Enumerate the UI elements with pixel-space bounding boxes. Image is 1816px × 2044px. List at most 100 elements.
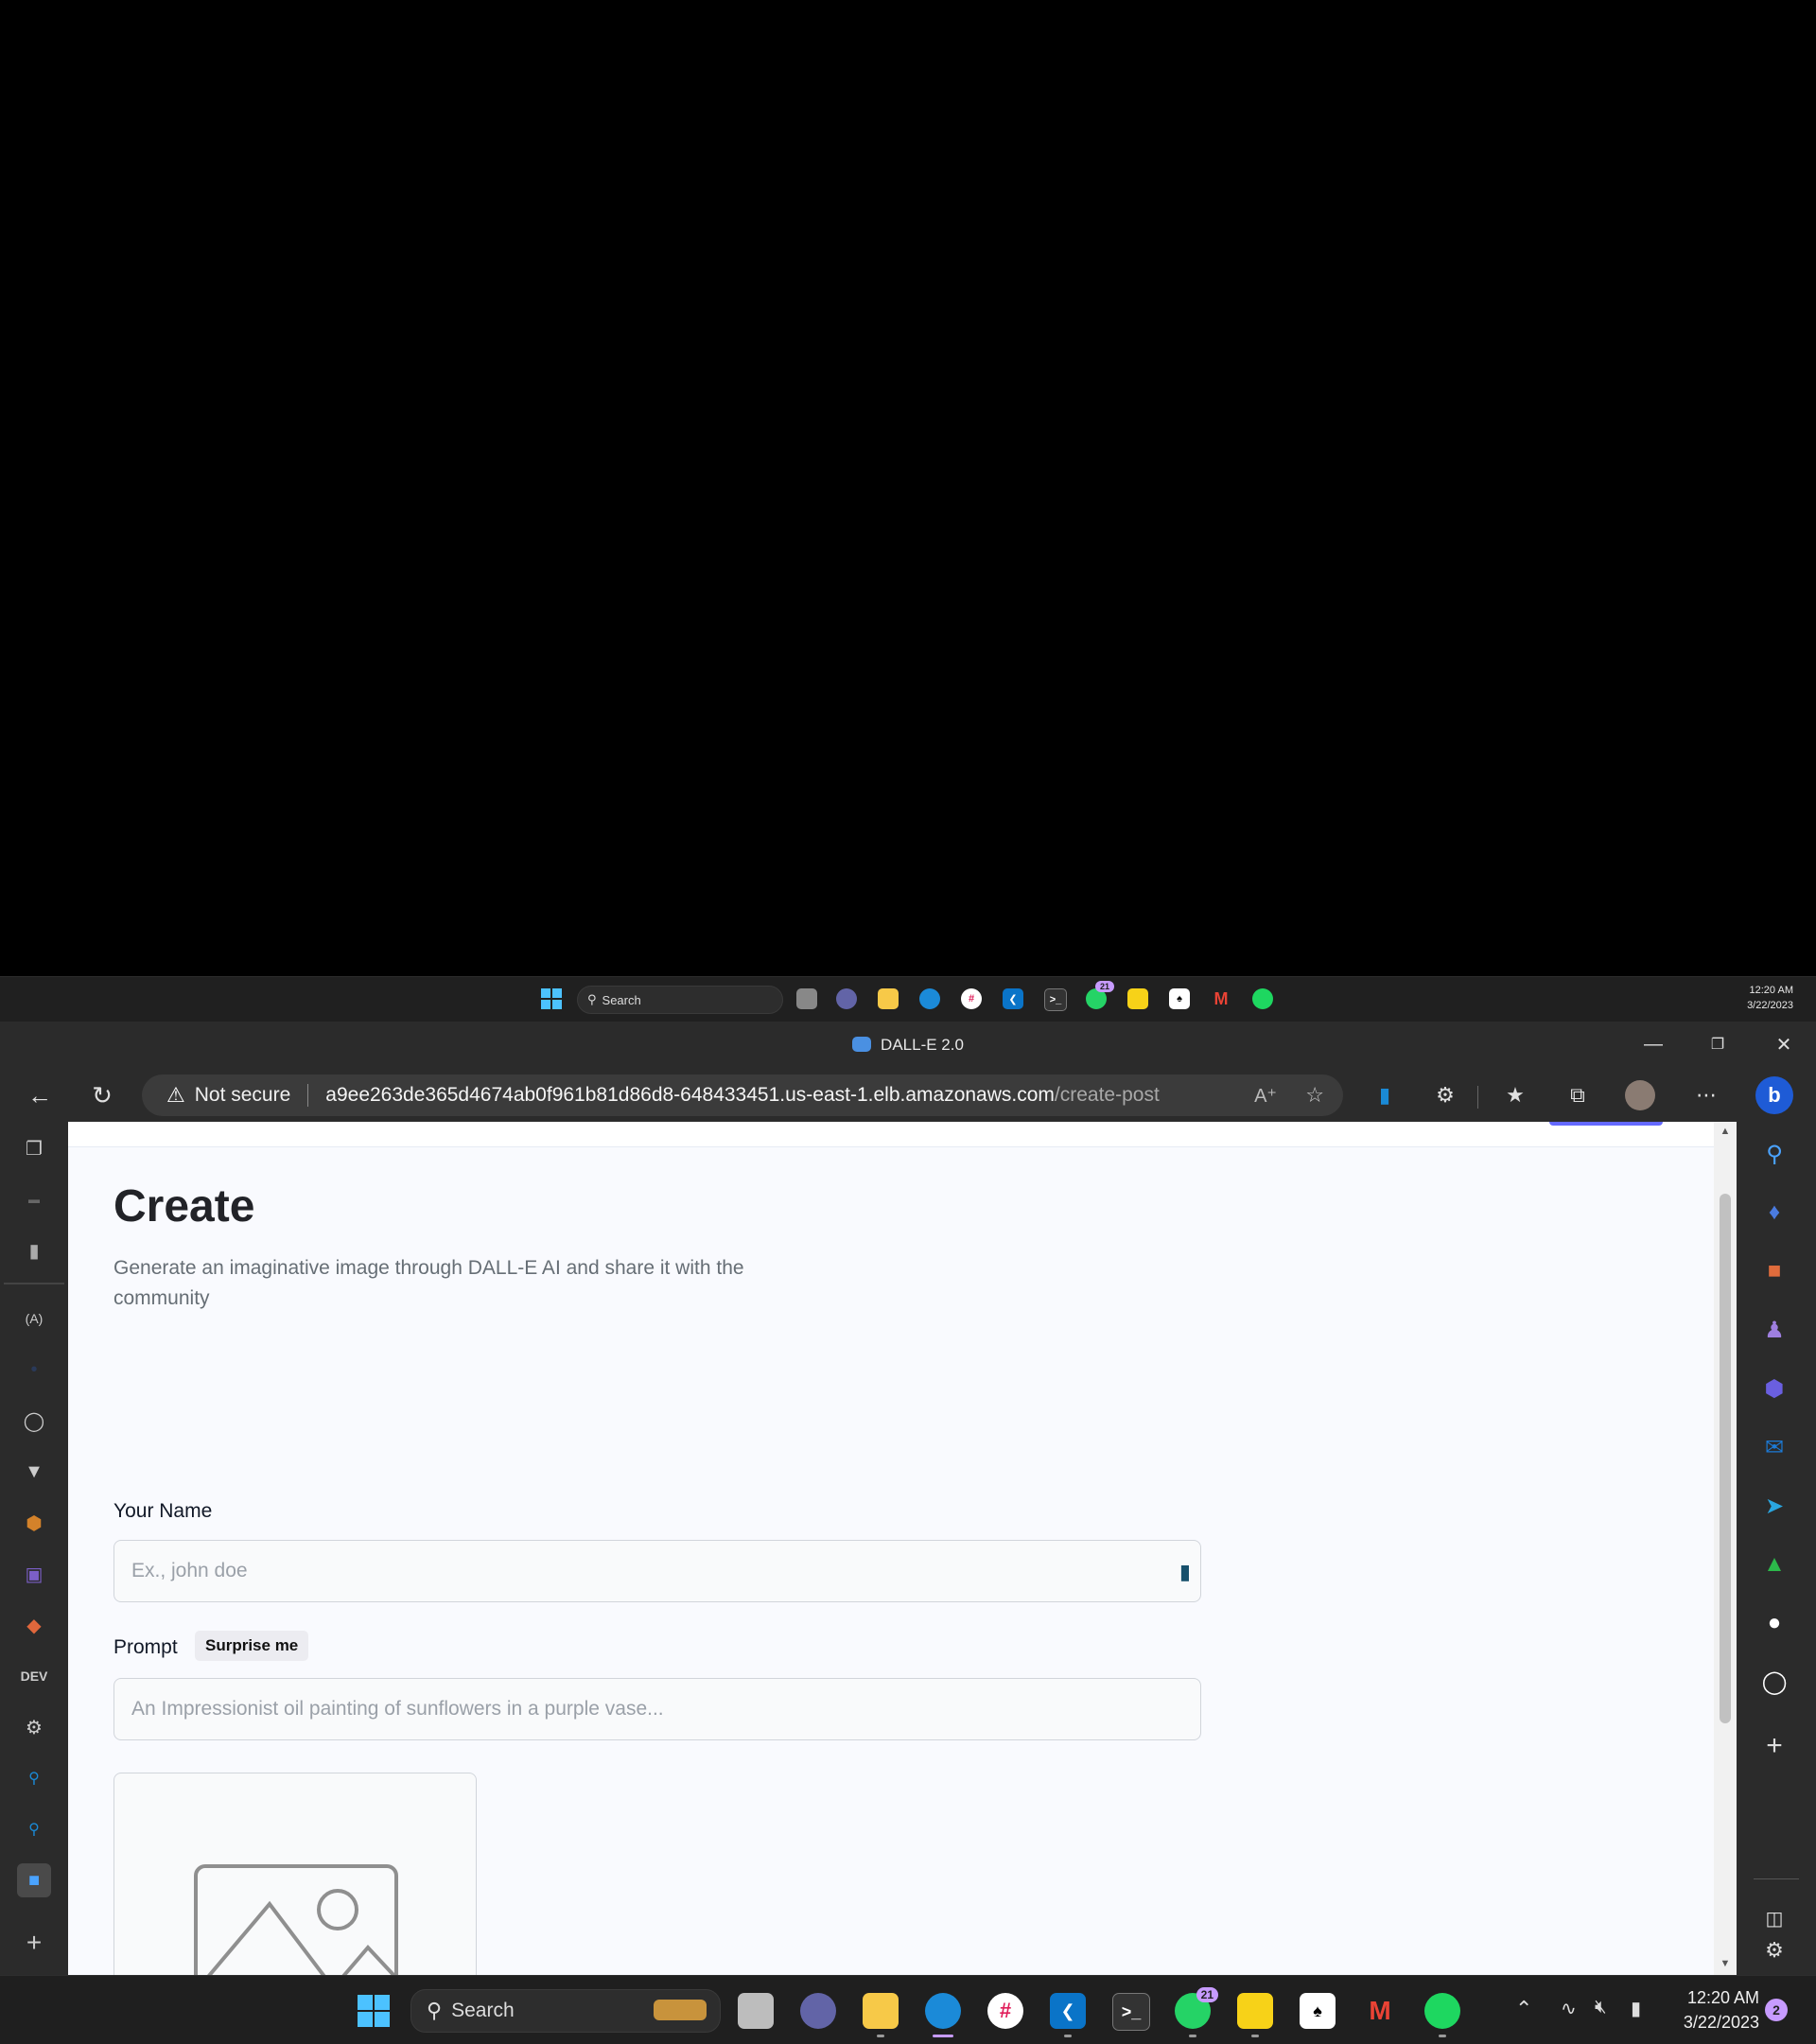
games-icon[interactable]: ♟ (1755, 1311, 1793, 1349)
prompt-placeholder: An Impressionist oil painting of sunflow… (131, 1698, 664, 1720)
tab-purple-icon[interactable]: ▣ (17, 1557, 51, 1591)
tab-1[interactable]: ▬ (17, 1182, 51, 1216)
battery-icon[interactable]: ▮ (1631, 1997, 1641, 2020)
add-favorite-icon[interactable]: ☆ (1305, 1083, 1324, 1108)
send-icon[interactable]: ➤ (1755, 1487, 1793, 1525)
secondary-clock[interactable]: 12:20 AM 3/22/2023 (1747, 983, 1793, 1013)
password-manager-icon[interactable]: ▮ (1179, 1560, 1191, 1584)
tab-2[interactable]: ▮ (17, 1233, 51, 1267)
image-placeholder-icon (194, 1864, 398, 1975)
wifi-icon[interactable]: ∿ (1561, 1997, 1577, 2020)
search-tab-2-icon[interactable]: ⚲ (17, 1812, 51, 1846)
extensions-puzzle-icon[interactable]: ⚙ (1426, 1076, 1464, 1114)
name-placeholder: Ex., john doe (131, 1560, 248, 1581)
microsoft-365-icon[interactable]: ⬢ (1755, 1370, 1793, 1407)
task-view-icon[interactable] (796, 988, 817, 1009)
teams-chat-icon[interactable] (800, 1993, 836, 2029)
toolbar-divider (1477, 1086, 1478, 1109)
create-section: Create Generate an imaginative image thr… (114, 1169, 1248, 1314)
terminal-icon[interactable]: >_ (1044, 988, 1067, 1011)
sticky-notes-icon[interactable] (1237, 1993, 1273, 2037)
read-aloud-icon[interactable]: A⁺ (1254, 1084, 1277, 1108)
spotify-icon[interactable] (1424, 1993, 1460, 2037)
close-button[interactable]: ✕ (1757, 1025, 1810, 1063)
dev-to-icon[interactable]: DEV (17, 1659, 51, 1693)
more-menu-icon[interactable]: ⋯ (1687, 1076, 1725, 1114)
refresh-button[interactable]: ↻ (83, 1076, 121, 1114)
windows-start-icon[interactable] (356, 1993, 392, 2029)
name-field[interactable]: Ex., john doe ▮ (114, 1540, 1201, 1602)
extension-icon[interactable]: ▮ (1366, 1076, 1404, 1114)
tools-briefcase-icon[interactable]: ■ (1755, 1252, 1793, 1290)
scroll-thumb[interactable] (1720, 1194, 1731, 1723)
show-hidden-icons-chevron-icon[interactable]: ⌃ (1515, 1997, 1532, 2021)
windows-start-icon[interactable] (541, 988, 562, 1009)
vscode-icon[interactable]: ❮ (1003, 988, 1023, 1009)
vertical-tabs-sidebar: ❐ ▬ ▮ (A) • ◯ ▼ ⬢ ▣ ◆ DEV ⚙ ⚲ ⚲ ■ + (0, 1122, 68, 1975)
security-status[interactable]: Not secure (195, 1084, 291, 1107)
address-bar[interactable]: ⚠ Not secure a9ee263de365d4674ab0f961b81… (142, 1074, 1343, 1116)
running-indicator (1251, 2035, 1259, 2037)
solitaire-icon[interactable]: ♠ (1300, 1993, 1336, 2029)
active-tab-robot-icon[interactable]: ■ (17, 1863, 51, 1897)
aws-box-icon[interactable]: ⬢ (17, 1506, 51, 1540)
edge-icon[interactable] (925, 1993, 961, 2037)
scroll-up-arrow[interactable]: ▲ (1720, 1126, 1731, 1137)
gmail-icon[interactable]: M (1362, 1993, 1398, 2029)
spotify-icon[interactable] (1252, 988, 1273, 1009)
outlook-icon[interactable]: ✉ (1755, 1428, 1793, 1466)
edge-icon[interactable] (919, 988, 940, 1009)
url-path: /create-post (1054, 1084, 1160, 1106)
header-create-button-edge[interactable] (1549, 1122, 1663, 1126)
tab-settings-icon[interactable]: ⚙ (17, 1710, 51, 1744)
tab-actions-icon[interactable]: ❐ (17, 1131, 51, 1165)
tab-angular-icon[interactable]: (A) (17, 1302, 51, 1336)
site-header (68, 1122, 1714, 1147)
notification-count[interactable]: 2 (1765, 1999, 1788, 2021)
system-clock[interactable]: 12:20 AM 3/22/2023 (1674, 1985, 1759, 2035)
surprise-me-button[interactable]: Surprise me (195, 1631, 309, 1661)
slack-icon[interactable]: # (961, 988, 982, 1009)
sidebar-search-icon[interactable]: ⚲ (1755, 1135, 1793, 1173)
taskbar-search-box[interactable]: ⚲ Search (577, 986, 783, 1014)
bing-chat-icon[interactable]: b (1755, 1076, 1793, 1114)
teams-chat-icon[interactable] (836, 988, 857, 1009)
image-preview-box (114, 1773, 477, 1975)
sidebar-divider (1754, 1878, 1799, 1879)
file-explorer-icon[interactable] (878, 988, 899, 1009)
minimize-button[interactable]: — (1627, 1025, 1680, 1063)
sidebar-add-icon[interactable]: + (1755, 1727, 1793, 1765)
gmail-icon[interactable]: M (1211, 988, 1231, 1009)
task-view-icon[interactable] (738, 1993, 774, 2029)
taskbar-search-box[interactable]: ⚲ Search (410, 1989, 721, 2033)
url-host: a9ee263de365d4674ab0f961b81d86d8-6484334… (325, 1084, 1055, 1106)
search-tab-icon[interactable]: ⚲ (17, 1761, 51, 1795)
favorites-icon[interactable]: ★ (1496, 1076, 1534, 1114)
prompt-field[interactable]: An Impressionist oil painting of sunflow… (114, 1678, 1201, 1740)
whatsapp-icon[interactable]: 21 (1086, 981, 1114, 1009)
whatsapp-icon[interactable]: 21 (1175, 1987, 1218, 2037)
collections-icon[interactable]: ⧉ (1559, 1076, 1597, 1114)
tree-icon[interactable]: ▲ (1755, 1546, 1793, 1583)
new-tab-icon[interactable]: + (17, 1926, 51, 1960)
slack-icon[interactable]: # (987, 1993, 1023, 2029)
vscode-icon[interactable]: ❮ (1050, 1993, 1086, 2037)
grafana-icon[interactable]: ◆ (17, 1608, 51, 1642)
profile-avatar[interactable] (1621, 1076, 1659, 1114)
restore-button[interactable]: ❐ (1691, 1025, 1744, 1063)
scroll-down-arrow[interactable]: ▼ (1720, 1958, 1731, 1969)
tab-blank[interactable]: • (17, 1353, 51, 1387)
solitaire-icon[interactable]: ♠ (1169, 988, 1190, 1009)
shopping-tag-icon[interactable]: ♦ (1755, 1194, 1793, 1232)
file-explorer-icon[interactable] (863, 1993, 899, 2037)
sticky-notes-icon[interactable] (1127, 988, 1148, 1009)
terraform-icon[interactable]: ▼ (17, 1455, 51, 1489)
terminal-icon[interactable]: >_ (1112, 1993, 1150, 2031)
back-button[interactable]: ← (21, 1076, 59, 1114)
medium-icon[interactable]: ● (1755, 1604, 1793, 1642)
sidebar-settings-icon[interactable]: ⚙ (1755, 1931, 1793, 1969)
volume-muted-icon[interactable]: 🔇︎ (1595, 1997, 1607, 2018)
github-icon[interactable]: ◯ (17, 1404, 51, 1438)
sidebar-github-icon[interactable]: ◯ (1755, 1663, 1793, 1701)
page-scrollbar[interactable]: ▲ ▼ (1714, 1122, 1737, 1975)
